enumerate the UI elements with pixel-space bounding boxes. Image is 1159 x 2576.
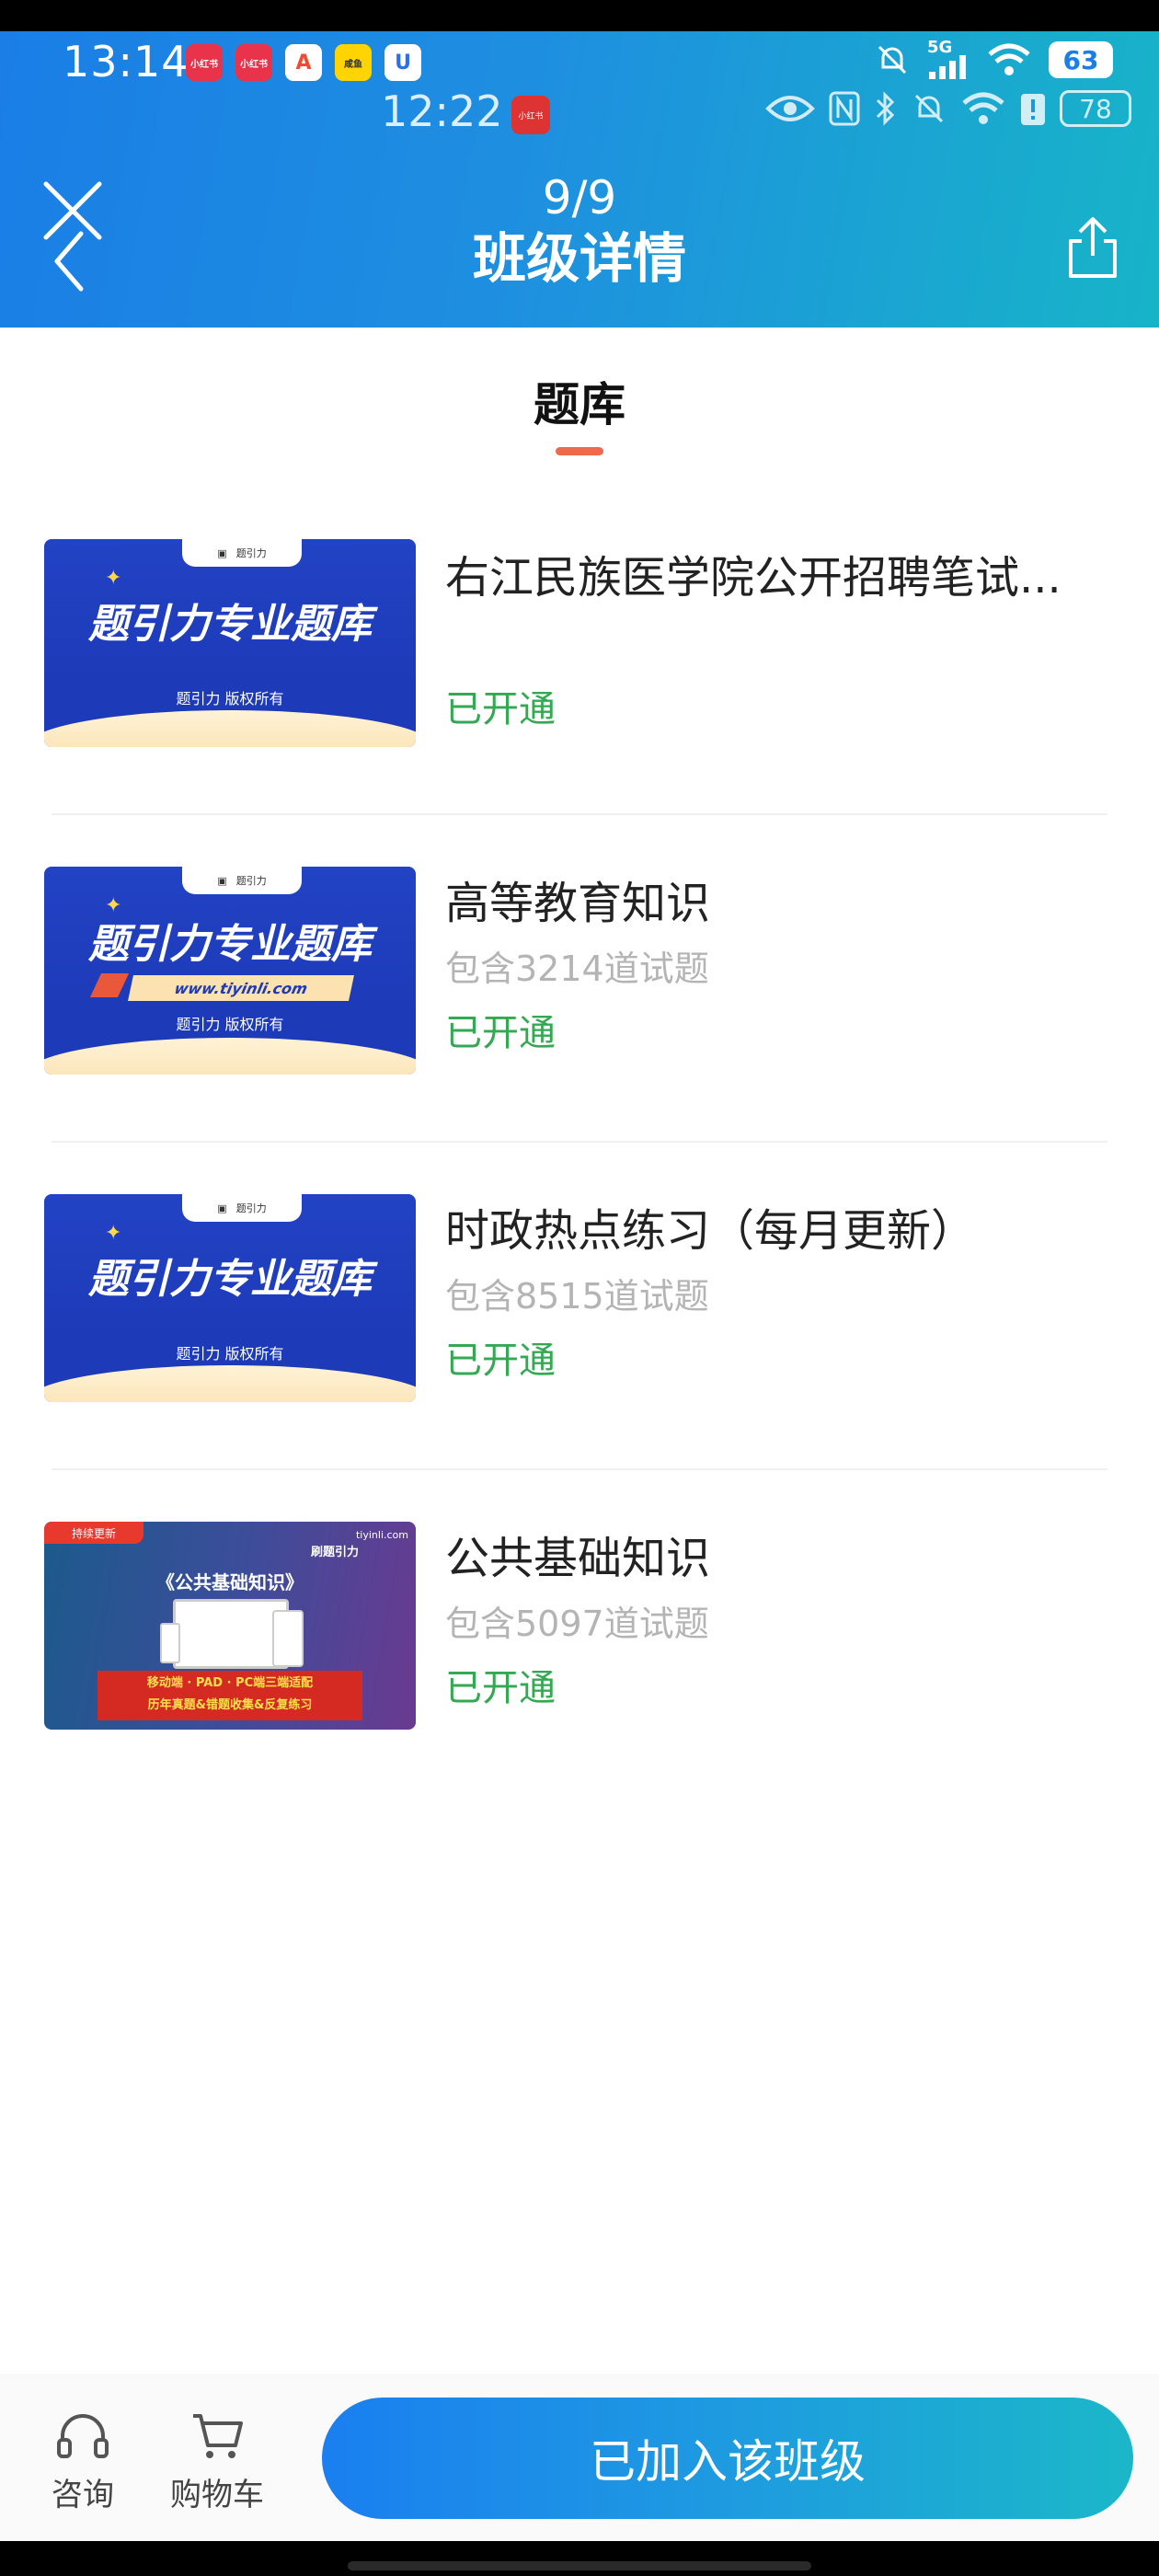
notification-app-icon: U xyxy=(384,44,421,81)
item-subtitle: 包含5097道试题 xyxy=(445,1604,709,1644)
phone-icon xyxy=(160,1623,180,1663)
thumb-url: www.tiyinli.com xyxy=(128,975,354,1001)
cart-label: 购物车 xyxy=(170,2477,264,2513)
mute-bell-icon xyxy=(878,45,907,75)
home-indicator[interactable] xyxy=(348,2561,811,2570)
notification-app-icon: 小红书 xyxy=(235,44,272,81)
thumb-title: 《公共基础知识》 xyxy=(156,1571,304,1593)
item-thumbnail: 持续更新 tiyinli.com 刷题引力 《公共基础知识》 移动端 · PAD… xyxy=(44,1522,416,1730)
thumb-copyright: 题引力 版权所有 xyxy=(176,1345,284,1363)
cart-icon xyxy=(193,2414,243,2458)
item-thumbnail: ▣ 题引力 ✦ 题引力专业题库 题引力 版权所有 xyxy=(44,539,416,747)
thumb-title: 题引力专业题库 xyxy=(88,921,372,968)
overlay-app-icon: 小红书 xyxy=(511,96,550,134)
item-title: 时政热点练习（每月更新） xyxy=(445,1205,976,1257)
thumb-title: 题引力专业题库 xyxy=(88,601,372,648)
item-subtitle: 包含8515道试题 xyxy=(445,1276,709,1317)
notification-app-icon: A xyxy=(285,44,322,81)
item-title: 公共基础知识 xyxy=(445,1533,711,1584)
top-black-strip xyxy=(0,0,1159,31)
status-indicators: 5G 63 xyxy=(874,40,1113,79)
thumb-tag: 持续更新 xyxy=(44,1522,143,1544)
item-status: 已开通 xyxy=(445,1340,556,1382)
list-item[interactable]: ▣ 题引力 ✦ 题引力专业题库 题引力 版权所有 右江民族医学院公开招聘笔试...… xyxy=(0,488,1159,815)
cart-button[interactable]: 购物车 xyxy=(162,2410,272,2514)
consult-button[interactable]: 咨询 xyxy=(28,2410,138,2514)
thumb-badge-label: 题引力 xyxy=(235,875,267,887)
notification-app-icon: 咸鱼 xyxy=(335,44,372,81)
navigation-area xyxy=(0,2541,1159,2576)
alert-icon xyxy=(1021,94,1045,125)
question-bank-list: ▣ 题引力 ✦ 题引力专业题库 题引力 版权所有 右江民族医学院公开招聘笔试...… xyxy=(0,488,1159,1798)
thumb-url: tiyinli.com xyxy=(355,1529,408,1541)
network-type: 5G xyxy=(927,38,953,57)
tab-question-bank[interactable]: 题库 xyxy=(0,368,1159,434)
mute-bell-icon xyxy=(914,94,944,123)
eye-icon xyxy=(765,96,815,121)
item-status: 已开通 xyxy=(445,1012,556,1054)
logo-icon: ▣ xyxy=(217,874,227,887)
status-app-icons: 小红书 小红书 A 咸鱼 U xyxy=(186,44,421,81)
status-time: 13:14 xyxy=(63,37,189,86)
thumb-badge-label: 题引力 xyxy=(235,1202,267,1214)
page-title: 班级详情 xyxy=(472,227,686,290)
overlay-battery-indicator: 78 xyxy=(1060,90,1131,127)
star-icon: ✦ xyxy=(105,1222,122,1245)
logo-icon: ▣ xyxy=(217,1202,227,1214)
thumb-band-line1: 移动端 · PAD · PC端三端适配 xyxy=(146,1676,314,1690)
thumb-wave xyxy=(44,710,416,747)
thumb-badge: ▣ 题引力 xyxy=(182,1194,302,1222)
thumb-wave xyxy=(44,1038,416,1075)
tab-indicator xyxy=(556,447,603,455)
list-item[interactable]: 持续更新 tiyinli.com 刷题引力 《公共基础知识》 移动端 · PAD… xyxy=(0,1470,1159,1798)
item-title: 右江民族医学院公开招聘笔试... xyxy=(445,552,1061,604)
thumb-badge: ▣ 题引力 xyxy=(182,539,302,567)
item-thumbnail: ▣ 题引力 ✦ 题引力专业题库 www.tiyinli.com 题引力 版权所有 xyxy=(44,867,416,1075)
list-item[interactable]: ▣ 题引力 ✦ 题引力专业题库 题引力 版权所有 时政热点练习（每月更新） 包含8… xyxy=(0,1143,1159,1470)
headset-icon xyxy=(57,2414,109,2458)
signal-5g-icon: 5G xyxy=(927,40,970,79)
notification-app-icon: 小红书 xyxy=(186,44,223,81)
logo-icon: ▣ xyxy=(217,546,227,559)
join-class-button[interactable]: 已加入该班级 xyxy=(322,2398,1133,2519)
consult-label: 咨询 xyxy=(52,2477,114,2513)
thumb-band-line2: 历年真题&错题收集&反复练习 xyxy=(147,1698,313,1712)
overlay-status-time: 12:22 xyxy=(381,86,503,136)
header: 13:14 小红书 小红书 A 咸鱼 U 5G 63 12:22 小红书 78 … xyxy=(0,31,1159,328)
list-item[interactable]: ▣ 题引力 ✦ 题引力专业题库 www.tiyinli.com 题引力 版权所有 … xyxy=(0,815,1159,1143)
overlay-status-indicators: 78 xyxy=(765,90,1131,127)
wifi-icon xyxy=(962,92,1004,124)
tablet-icon xyxy=(272,1610,304,1667)
thumb-logo: 刷题引力 xyxy=(311,1546,360,1559)
nfc-icon xyxy=(829,91,860,126)
battery-indicator: 63 xyxy=(1049,41,1113,78)
item-subtitle: 包含3214道试题 xyxy=(445,949,709,989)
thumb-copyright: 题引力 版权所有 xyxy=(176,690,284,707)
bottom-bar: 咨询 购物车 已加入该班级 xyxy=(0,2374,1159,2541)
item-status: 已开通 xyxy=(445,688,556,730)
thumb-badge-label: 题引力 xyxy=(235,547,267,559)
thumb-feature-band: 移动端 · PAD · PC端三端适配 历年真题&错题收集&反复练习 xyxy=(98,1671,362,1720)
item-status: 已开通 xyxy=(445,1667,556,1709)
item-thumbnail: ▣ 题引力 ✦ 题引力专业题库 题引力 版权所有 xyxy=(44,1194,416,1402)
wifi-icon xyxy=(988,43,1030,75)
item-title: 高等教育知识 xyxy=(445,878,711,929)
thumb-flag xyxy=(89,973,130,997)
share-icon[interactable] xyxy=(1065,215,1120,280)
thumb-title: 题引力专业题库 xyxy=(88,1256,372,1303)
thumb-copyright: 题引力 版权所有 xyxy=(176,1016,284,1033)
star-icon: ✦ xyxy=(105,567,122,590)
bluetooth-icon xyxy=(876,91,895,126)
thumb-wave xyxy=(44,1365,416,1402)
thumb-badge: ▣ 题引力 xyxy=(182,867,302,894)
